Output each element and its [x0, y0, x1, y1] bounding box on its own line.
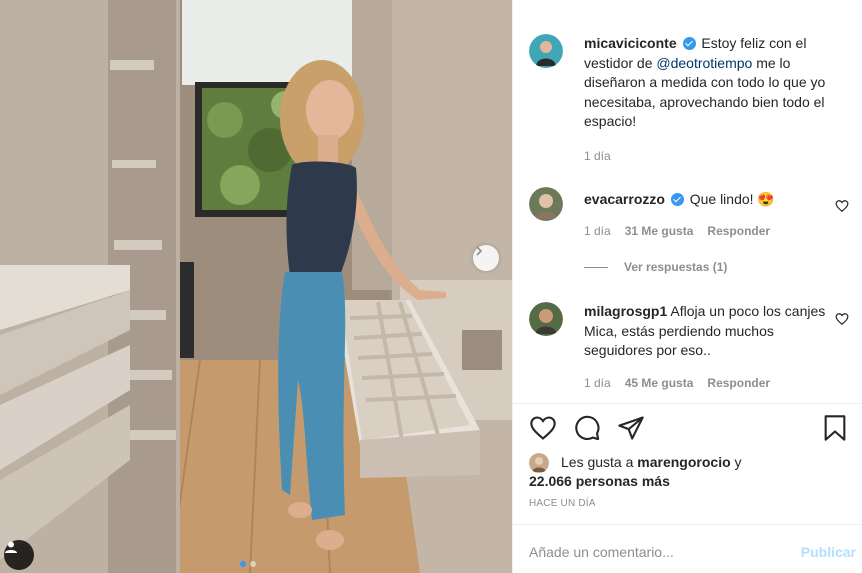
verified-badge-icon — [682, 37, 696, 50]
author-avatar-image — [529, 34, 563, 68]
avatar[interactable] — [529, 187, 563, 221]
view-replies-button[interactable]: Ver respuestas (1) — [584, 260, 727, 274]
caption-meta: 1 día — [584, 149, 611, 163]
commenter-avatar-image — [529, 187, 563, 221]
paper-plane-icon[interactable] — [617, 414, 645, 442]
avatar[interactable] — [529, 34, 563, 68]
comment-like-heart-icon[interactable] — [835, 312, 849, 326]
post-details-panel: micaviciconte Estoy feliz con el vestido… — [512, 0, 862, 573]
avatar[interactable] — [529, 453, 549, 473]
likes-prefix: Les gusta a — [561, 454, 634, 470]
comment-time: 1 día — [584, 376, 611, 390]
comment-meta: 1 día 45 Me gusta Responder — [584, 376, 770, 390]
user-tag-icon — [5, 541, 17, 553]
comment-likes-count[interactable]: 45 Me gusta — [625, 376, 694, 390]
likes-connector: y — [734, 454, 742, 470]
comment-body: Que lindo! 😍 — [689, 191, 775, 207]
add-comment-input[interactable] — [529, 544, 789, 560]
comment-icon[interactable] — [573, 414, 601, 442]
section-divider — [513, 403, 862, 404]
reply-button[interactable]: Responder — [707, 376, 770, 390]
chevron-right-icon — [476, 246, 483, 256]
comments-list[interactable]: micaviciconte Estoy feliz con el vestido… — [513, 10, 862, 402]
verified-badge-icon — [670, 193, 684, 206]
post-photo[interactable] — [0, 0, 512, 573]
caption-text: micaviciconte Estoy feliz con el vestido… — [584, 34, 834, 132]
replies-divider-line — [584, 266, 608, 268]
view-replies-label: Ver respuestas (1) — [624, 260, 728, 274]
heart-icon[interactable] — [529, 414, 557, 442]
comment-meta: 1 día 31 Me gusta Responder — [584, 224, 770, 238]
caption-time: 1 día — [584, 149, 611, 163]
post-actions-bar — [529, 414, 849, 442]
likes-line-2: 22.066 personas más — [529, 471, 670, 491]
liker-avatar-image — [529, 453, 549, 473]
next-photo-button[interactable] — [473, 245, 499, 271]
carousel-dot — [240, 561, 246, 567]
likes-others-count[interactable]: 22.066 personas más — [529, 473, 670, 489]
comment-username[interactable]: evacarrozzo — [584, 191, 665, 207]
caption-mention-link[interactable]: @deotrotiempo — [656, 55, 752, 71]
comment-likes-count[interactable]: 31 Me gusta — [625, 224, 694, 238]
comment-like-heart-icon[interactable] — [835, 199, 849, 213]
likes-line-1: Les gusta a marengorocio y — [561, 452, 742, 472]
comment-time: 1 día — [584, 224, 611, 238]
tagged-users-button[interactable] — [4, 540, 34, 570]
carousel-indicator — [240, 561, 256, 567]
caption-username[interactable]: micaviciconte — [584, 35, 677, 51]
bookmark-icon[interactable] — [821, 414, 849, 442]
section-divider — [513, 524, 862, 525]
comment-text: evacarrozzo Que lindo! 😍 — [584, 190, 834, 210]
carousel-dot — [250, 561, 256, 567]
reply-button[interactable]: Responder — [707, 224, 770, 238]
commenter-avatar-image — [529, 302, 563, 336]
closet-photo-illustration — [0, 0, 512, 573]
likes-first-user[interactable]: marengorocio — [637, 454, 730, 470]
comment-text: milagrosgp1 Afloja un poco los canjes Mi… — [584, 302, 834, 361]
avatar[interactable] — [529, 302, 563, 336]
comment-username[interactable]: milagrosgp1 — [584, 303, 667, 319]
publish-button[interactable]: Publicar — [801, 544, 856, 560]
post-timestamp[interactable]: Hace un día — [529, 498, 596, 509]
